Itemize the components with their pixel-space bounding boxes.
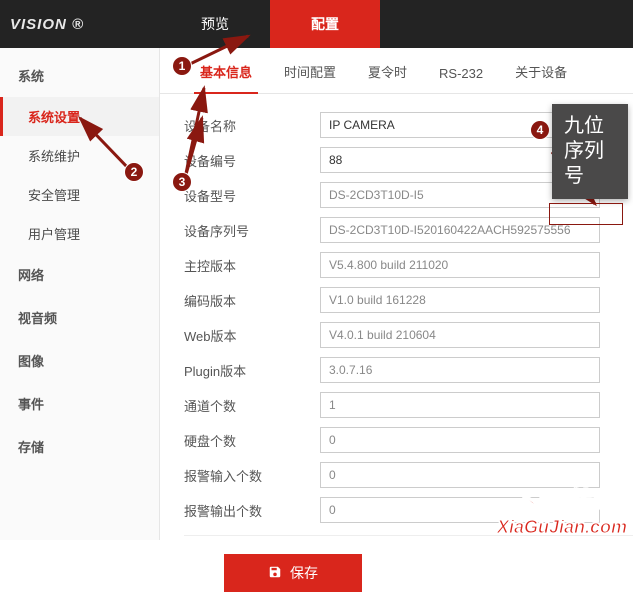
side-group-storage[interactable]: 存储 — [0, 425, 159, 468]
row-web-ver: Web版本 — [184, 322, 633, 348]
label-firmware: 主控版本 — [184, 256, 320, 275]
sidebar-item-user-mgmt[interactable]: 用户管理 — [0, 214, 159, 253]
save-icon — [268, 565, 282, 582]
sidebar: 系统 系统设置 系统维护 安全管理 用户管理 网络 视音频 图像 事件 存储 — [0, 48, 160, 540]
input-device-serial — [320, 217, 600, 243]
side-group-network[interactable]: 网络 — [0, 253, 159, 296]
row-channel-count: 通道个数 — [184, 392, 633, 418]
sidebar-item-security[interactable]: 安全管理 — [0, 175, 159, 214]
tab-dst[interactable]: 夏令时 — [352, 50, 423, 93]
label-device-name: 设备名称 — [184, 116, 320, 135]
row-hdd-count: 硬盘个数 — [184, 427, 633, 453]
input-encoder — [320, 287, 600, 313]
input-device-number[interactable] — [320, 147, 600, 173]
content-area: 基本信息 时间配置 夏令时 RS-232 关于设备 设备名称 设备编号 设备型号… — [160, 48, 633, 540]
input-device-model — [320, 182, 600, 208]
top-nav: 预览 配置 — [160, 0, 633, 48]
input-web-ver — [320, 322, 600, 348]
top-bar: VISION ® 预览 配置 — [0, 0, 633, 48]
input-channel-count — [320, 392, 600, 418]
label-web-ver: Web版本 — [184, 326, 320, 345]
tabs: 基本信息 时间配置 夏令时 RS-232 关于设备 — [160, 48, 633, 94]
row-plugin-ver: Plugin版本 — [184, 357, 633, 383]
label-device-number: 设备编号 — [184, 151, 320, 170]
device-form: 设备名称 设备编号 设备型号 设备序列号 主控版本 编码版本 — [160, 94, 633, 592]
tab-time[interactable]: 时间配置 — [268, 50, 352, 93]
label-hdd-count: 硬盘个数 — [184, 431, 320, 450]
sidebar-item-system-maintenance[interactable]: 系统维护 — [0, 136, 159, 175]
input-plugin-ver — [320, 357, 600, 383]
row-firmware: 主控版本 — [184, 252, 633, 278]
tab-about[interactable]: 关于设备 — [499, 50, 583, 93]
input-alarm-out — [320, 497, 600, 523]
input-device-name[interactable] — [320, 112, 600, 138]
tab-basic-info[interactable]: 基本信息 — [184, 50, 268, 93]
input-alarm-in — [320, 462, 600, 488]
label-channel-count: 通道个数 — [184, 396, 320, 415]
label-device-serial: 设备序列号 — [184, 221, 320, 240]
sidebar-item-system-settings[interactable]: 系统设置 — [0, 97, 159, 136]
input-firmware — [320, 252, 600, 278]
row-alarm-in: 报警输入个数 — [184, 462, 633, 488]
row-alarm-out: 报警输出个数 — [184, 497, 633, 523]
side-group-system[interactable]: 系统 — [0, 54, 159, 97]
save-button-label: 保存 — [290, 563, 318, 583]
brand-logo: VISION ® — [0, 0, 160, 48]
label-alarm-in: 报警输入个数 — [184, 466, 320, 485]
nav-preview[interactable]: 预览 — [160, 0, 270, 48]
tab-rs232[interactable]: RS-232 — [423, 54, 499, 93]
side-group-av[interactable]: 视音频 — [0, 296, 159, 339]
row-device-model: 设备型号 — [184, 182, 633, 208]
label-device-model: 设备型号 — [184, 186, 320, 205]
label-encoder: 编码版本 — [184, 291, 320, 310]
row-encoder: 编码版本 — [184, 287, 633, 313]
row-device-name: 设备名称 — [184, 112, 633, 138]
row-device-serial: 设备序列号 — [184, 217, 633, 243]
label-alarm-out: 报警输出个数 — [184, 501, 320, 520]
label-plugin-ver: Plugin版本 — [184, 361, 320, 380]
side-group-image[interactable]: 图像 — [0, 339, 159, 382]
row-device-number: 设备编号 — [184, 147, 633, 173]
save-button[interactable]: 保存 — [224, 554, 362, 592]
input-hdd-count — [320, 427, 600, 453]
nav-config[interactable]: 配置 — [270, 0, 380, 48]
side-group-event[interactable]: 事件 — [0, 382, 159, 425]
